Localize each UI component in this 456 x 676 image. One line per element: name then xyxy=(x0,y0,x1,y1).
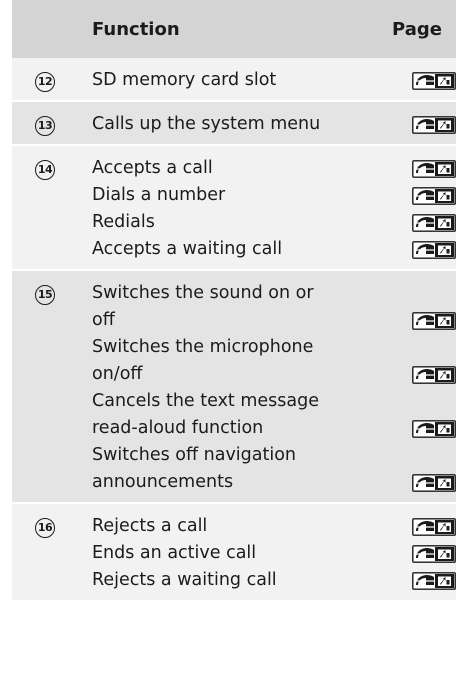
page-cell xyxy=(376,145,456,270)
page-reference-icon[interactable] xyxy=(376,307,456,334)
page-reference-icon[interactable] xyxy=(376,513,456,540)
function-text: Switches off navigation xyxy=(92,445,297,465)
function-text: off xyxy=(92,310,115,330)
item-number-cell: 12 xyxy=(12,58,78,101)
page-reference-icon[interactable] xyxy=(376,540,456,567)
item-number-badge: 12 xyxy=(35,72,55,92)
function-text: Ends an active call xyxy=(92,543,257,563)
function-text: Dials a number xyxy=(92,185,226,205)
page-reference-icon[interactable] xyxy=(376,361,456,388)
item-number-cell: 16 xyxy=(12,503,78,601)
function-text: Accepts a waiting call xyxy=(92,239,283,259)
function-cell: Accepts a call Dials a number Redials Accep… xyxy=(78,145,376,270)
header-number xyxy=(12,0,78,58)
item-number-badge: 13 xyxy=(35,116,55,136)
page-reference-icon[interactable] xyxy=(376,67,456,94)
page-reference-icon[interactable] xyxy=(376,209,456,236)
page-reference-icon[interactable] xyxy=(376,236,456,263)
table-row: 12 SD memory card slot xyxy=(12,58,456,101)
function-table: Function Page 12 SD memory card slot 13 Ca… xyxy=(12,0,456,602)
page-reference-spacer xyxy=(376,280,456,307)
function-text: SD memory card slot xyxy=(92,70,277,90)
function-text: Switches the sound on or xyxy=(92,283,314,303)
header-function: Function xyxy=(92,18,180,40)
item-number-cell: 13 xyxy=(12,101,78,145)
header-page: Page xyxy=(392,18,442,40)
function-cell: SD memory card slot xyxy=(78,58,376,101)
page-cell xyxy=(376,270,456,503)
function-text: announcements xyxy=(92,472,234,492)
page-reference-spacer xyxy=(376,334,456,361)
function-text: Switches the microphone xyxy=(92,337,314,357)
item-number-cell: 14 xyxy=(12,145,78,270)
page-reference-icon[interactable] xyxy=(376,415,456,442)
function-text: Redials xyxy=(92,212,155,232)
page-reference-icon[interactable] xyxy=(376,155,456,182)
page-reference-icon[interactable] xyxy=(376,111,456,138)
page-reference-icon[interactable] xyxy=(376,469,456,496)
item-number-cell: 15 xyxy=(12,270,78,503)
function-text: Rejects a waiting call xyxy=(92,570,277,590)
function-text: Calls up the system menu xyxy=(92,114,321,134)
function-cell: Rejects a call Ends an active call Rejects… xyxy=(78,503,376,601)
table-row: 15 Switches the sound on or off Switches th… xyxy=(12,270,456,503)
table-row: 14 Accepts a call Dials a number Redials Acc… xyxy=(12,145,456,270)
function-cell: Calls up the system menu xyxy=(78,101,376,145)
page-reference-icon[interactable] xyxy=(376,182,456,209)
function-cell: Switches the sound on or off Switches the … xyxy=(78,270,376,503)
item-number-badge: 15 xyxy=(35,285,55,305)
table-header-row: Function Page xyxy=(12,0,456,58)
table-row: 13 Calls up the system menu xyxy=(12,101,456,145)
function-text: Accepts a call xyxy=(92,158,213,178)
page-cell xyxy=(376,503,456,601)
page-cell xyxy=(376,58,456,101)
function-text: Cancels the text message xyxy=(92,391,319,411)
item-number-badge: 16 xyxy=(35,518,55,538)
function-text: read-aloud function xyxy=(92,418,264,438)
function-text: Rejects a call xyxy=(92,516,208,536)
page-cell xyxy=(376,101,456,145)
page-reference-spacer xyxy=(376,388,456,415)
item-number-badge: 14 xyxy=(35,160,55,180)
function-text: on/off xyxy=(92,364,143,384)
table-row: 16 Rejects a call Ends an active call Rejec… xyxy=(12,503,456,601)
page-reference-spacer xyxy=(376,442,456,469)
page-reference-icon[interactable] xyxy=(376,567,456,594)
